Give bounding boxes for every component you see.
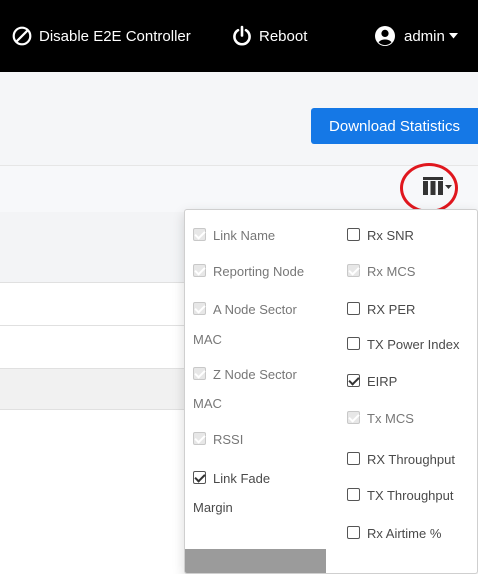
download-statistics-button[interactable]: Download Statistics bbox=[311, 108, 478, 144]
column-selector-dropdown: Link Name Reporting Node A Node Sector M… bbox=[184, 209, 478, 574]
checkbox-link-name bbox=[193, 228, 206, 241]
ban-icon bbox=[12, 26, 32, 46]
checkbox-reporting-node bbox=[193, 264, 206, 277]
reboot-button[interactable]: Reboot bbox=[232, 22, 307, 50]
checkbox-tx-throughput[interactable] bbox=[347, 488, 360, 501]
checkbox-tx-power-index[interactable] bbox=[347, 337, 360, 350]
disable-e2e-controller-button[interactable]: Disable E2E Controller bbox=[12, 22, 191, 50]
checkbox-z-node-sector-mac bbox=[193, 367, 206, 380]
user-circle-icon bbox=[374, 25, 396, 47]
caret-down-icon bbox=[448, 33, 458, 39]
checkbox-rx-per[interactable] bbox=[347, 302, 360, 315]
power-icon bbox=[232, 25, 252, 47]
checkbox-rssi bbox=[193, 432, 206, 445]
user-menu-button[interactable]: admin bbox=[374, 22, 458, 50]
columns-icon bbox=[423, 176, 453, 200]
checkbox-rx-mcs bbox=[347, 264, 360, 277]
disable-e2e-label: Disable E2E Controller bbox=[39, 27, 191, 45]
top-navbar: Disable E2E Controller Reboot admin bbox=[0, 0, 478, 72]
checkbox-link-fade-margin[interactable] bbox=[193, 471, 206, 484]
checkbox-rx-airtime[interactable] bbox=[347, 526, 360, 539]
checkbox-tx-mcs bbox=[347, 411, 360, 424]
table-toolbar bbox=[0, 166, 478, 213]
reboot-label: Reboot bbox=[259, 27, 308, 45]
checkbox-eirp[interactable] bbox=[347, 374, 360, 387]
checkbox-rx-snr[interactable] bbox=[347, 228, 360, 241]
horizontal-scrollbar-thumb[interactable] bbox=[185, 549, 326, 573]
user-name: admin bbox=[404, 27, 445, 45]
column-toggle-button[interactable] bbox=[418, 172, 458, 204]
checkbox-rx-throughput[interactable] bbox=[347, 452, 360, 465]
checkbox-a-node-sector-mac bbox=[193, 302, 206, 315]
